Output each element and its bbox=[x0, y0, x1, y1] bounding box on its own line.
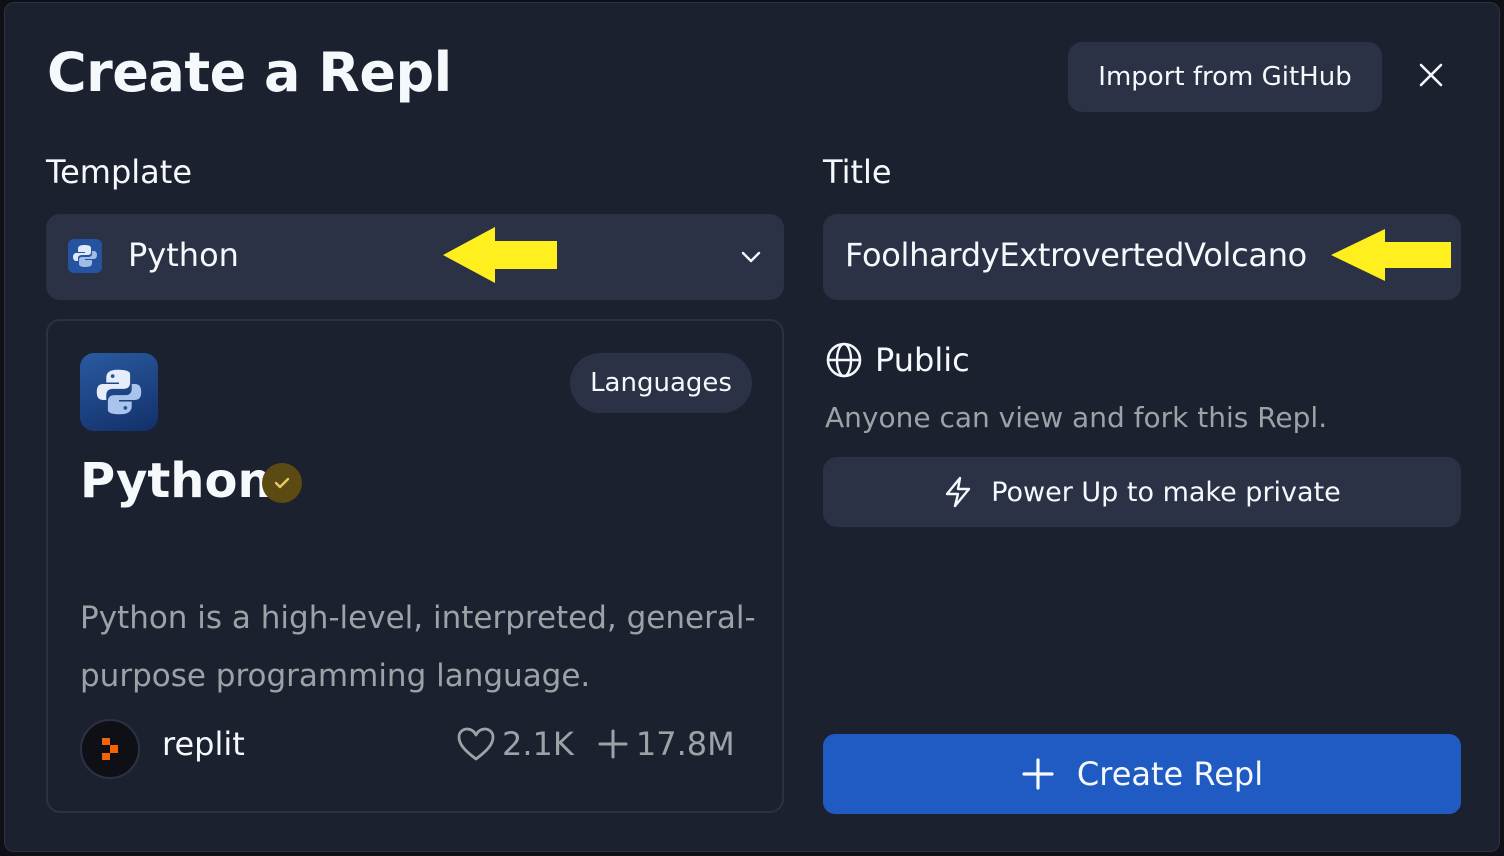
template-select-value: Python bbox=[128, 236, 239, 274]
close-button[interactable] bbox=[1409, 53, 1453, 97]
template-stats: 2.1K 17.8M bbox=[456, 725, 735, 763]
template-name: Python bbox=[80, 453, 272, 509]
visibility-row: Public bbox=[825, 341, 970, 379]
annotation-arrow-icon bbox=[1331, 229, 1451, 281]
forks-count: 17.8M bbox=[635, 725, 735, 763]
likes-count: 2.1K bbox=[502, 725, 574, 763]
chevron-down-icon bbox=[741, 251, 761, 263]
title-input-value: FoolhardyExtrovertedVolcano bbox=[845, 236, 1307, 274]
heart-icon bbox=[457, 727, 495, 761]
template-card[interactable]: Languages Python Python is a high-level,… bbox=[46, 319, 784, 813]
visibility-label: Public bbox=[875, 341, 970, 379]
fork-icon bbox=[598, 729, 628, 759]
power-up-button[interactable]: Power Up to make private bbox=[823, 457, 1461, 527]
title-label: Title bbox=[823, 153, 892, 191]
category-badge[interactable]: Languages bbox=[570, 353, 752, 413]
replit-logo-icon bbox=[80, 719, 140, 779]
globe-icon bbox=[826, 342, 862, 378]
import-from-github-button[interactable]: Import from GitHub bbox=[1068, 42, 1382, 112]
visibility-description: Anyone can view and fork this Repl. bbox=[825, 401, 1328, 434]
verified-icon bbox=[262, 463, 302, 503]
python-logo-icon bbox=[80, 353, 158, 431]
author-name[interactable]: replit bbox=[162, 725, 245, 763]
create-repl-label: Create Repl bbox=[1076, 755, 1264, 793]
python-icon bbox=[68, 239, 102, 273]
template-label: Template bbox=[46, 153, 193, 191]
create-repl-dialog: Create a Repl Import from GitHub Templat… bbox=[4, 2, 1500, 852]
dialog-title: Create a Repl bbox=[47, 41, 452, 104]
lightning-icon bbox=[946, 476, 971, 508]
create-repl-button[interactable]: Create Repl bbox=[823, 734, 1461, 814]
template-description: Python is a high-level, interpreted, gen… bbox=[80, 600, 756, 694]
close-icon bbox=[1419, 63, 1443, 87]
power-up-label: Power Up to make private bbox=[991, 476, 1341, 508]
template-select[interactable]: Python bbox=[46, 214, 784, 300]
annotation-arrow-icon bbox=[443, 227, 557, 283]
plus-icon bbox=[1022, 758, 1054, 790]
